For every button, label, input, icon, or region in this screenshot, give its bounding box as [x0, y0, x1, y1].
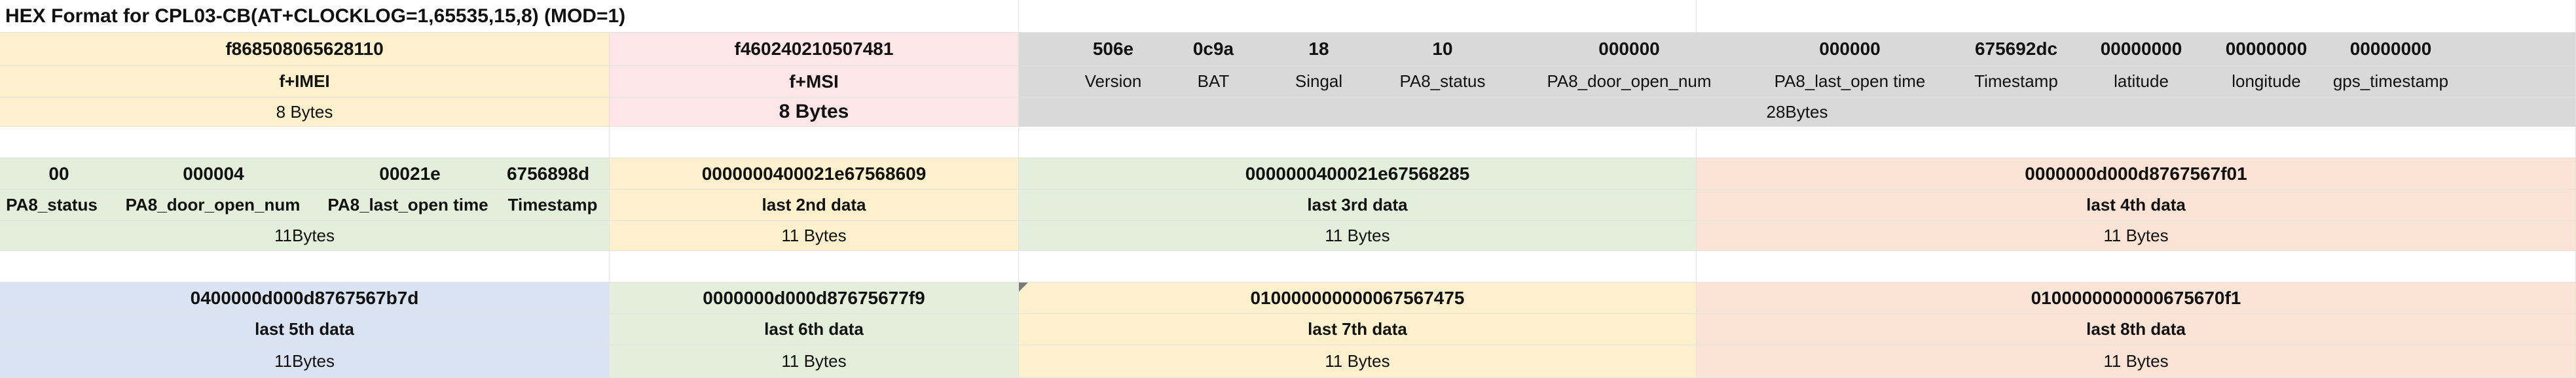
field-hex: 00000000 [2225, 39, 2308, 59]
record-hex-cell[interactable]: 0000000400021e67568285 [1019, 158, 1697, 190]
empty-cell[interactable] [1019, 127, 1697, 158]
record-label-cell[interactable]: last 3rd data [1019, 190, 1697, 221]
record-size-cell[interactable]: 11 Bytes [1697, 221, 2576, 251]
imei-hex-cell[interactable]: f868508065628110 [0, 33, 610, 66]
field-hex: 00000000 [2349, 39, 2432, 59]
field-hex: 0c9a [1192, 39, 1234, 59]
imei-size-cell[interactable]: 8 Bytes [0, 97, 610, 127]
field-hex: 18 [1308, 39, 1329, 59]
imsi-hex-cell[interactable]: f460240210507481 [610, 33, 1019, 66]
fields-hex-row[interactable]: 506e 0c9a 18 10 000000 000000 675692dc 0… [1019, 33, 2576, 66]
field-label: PA8_door_open_num [1547, 71, 1712, 91]
record-hex-cell[interactable]: 010000000000067567475 [1019, 283, 1697, 314]
field-label: BAT [1197, 71, 1230, 91]
record-field-label: PA8_last_open time [327, 195, 488, 215]
field-hex: 000000 [1598, 39, 1660, 59]
sheet-title[interactable]: HEX Format for CPL03-CB(AT+CLOCKLOG=1,65… [0, 0, 1019, 33]
field-label: longitude [2232, 71, 2301, 91]
record-field-label: PA8_status [6, 195, 98, 215]
imsi-size-cell[interactable]: 8 Bytes [610, 97, 1019, 127]
field-label: Singal [1295, 71, 1343, 91]
field-label: latitude [2114, 71, 2169, 91]
empty-cell[interactable] [610, 251, 1019, 283]
record-label-cell[interactable]: last 2nd data [610, 190, 1019, 221]
field-label: Timestamp [1974, 71, 2058, 91]
record-hex-text: 010000000000067567475 [1250, 287, 1465, 308]
field-hex: 00000000 [2100, 39, 2182, 59]
record-label-cell[interactable]: last 6th data [610, 314, 1019, 345]
record-hex-cell[interactable]: 0100000000000675670f1 [1697, 283, 2576, 314]
imei-label-cell[interactable]: f+IMEI [0, 66, 610, 97]
record-size-cell[interactable]: 11 Bytes [1697, 345, 2576, 378]
record-hex-cell[interactable]: 0000000d000d87675677f9 [610, 283, 1019, 314]
empty-cell[interactable] [1019, 251, 1697, 283]
record-hex-cell[interactable]: 0000000400021e67568609 [610, 158, 1019, 190]
field-label: Version [1084, 71, 1142, 91]
record-field-label: PA8_door_open_num [125, 195, 301, 215]
record-size-cell[interactable]: 11 Bytes [1019, 221, 1697, 251]
record-1-size-cell[interactable]: 11Bytes [0, 221, 610, 251]
record-size-cell[interactable]: 11Bytes [0, 345, 610, 378]
record-label-cell[interactable]: last 4th data [1697, 190, 2576, 221]
empty-cell[interactable] [610, 127, 1019, 158]
record-label-cell[interactable]: last 5th data [0, 314, 610, 345]
empty-cell[interactable] [1697, 251, 2576, 283]
field-hex: 675692dc [1974, 39, 2058, 59]
record-hex-cell[interactable]: 0400000d000d8767567b7d [0, 283, 610, 314]
record-size-cell[interactable]: 11 Bytes [610, 221, 1019, 251]
record-field-hex: 000004 [183, 163, 244, 184]
field-hex: 506e [1092, 39, 1134, 59]
record-1-hex-row[interactable]: 00 000004 00021e 6756898d [0, 158, 610, 190]
record-size-cell[interactable]: 11 Bytes [610, 345, 1019, 378]
record-field-hex: 00 [48, 163, 69, 184]
empty-cell[interactable] [0, 127, 610, 158]
field-label: gps_timestamp [2332, 71, 2449, 91]
fields-label-row[interactable]: Version BAT Singal PA8_status PA8_door_o… [1019, 66, 2576, 97]
field-hex: 10 [1432, 39, 1453, 59]
record-size-cell[interactable]: 11 Bytes [1019, 345, 1697, 378]
field-label: PA8_status [1399, 71, 1486, 91]
record-1-label-row[interactable]: PA8_status PA8_door_open_num PA8_last_op… [0, 190, 610, 221]
imsi-label-cell[interactable]: f+MSI [610, 66, 1019, 97]
record-field-hex: 00021e [379, 163, 441, 184]
empty-cell[interactable] [1697, 0, 2576, 33]
field-hex: 000000 [1819, 39, 1881, 59]
record-hex-cell[interactable]: 0000000d000d8767567f01 [1697, 158, 2576, 190]
comment-indicator-icon[interactable] [1019, 283, 1028, 292]
empty-cell[interactable] [0, 251, 610, 283]
record-label-cell[interactable]: last 8th data [1697, 314, 2576, 345]
record-field-hex: 6756898d [506, 163, 590, 184]
empty-cell[interactable] [1019, 0, 1697, 33]
field-label: PA8_last_open time [1774, 71, 1926, 91]
fields-size-cell[interactable]: 28Bytes [1019, 97, 2576, 127]
empty-cell[interactable] [1697, 127, 2576, 158]
spreadsheet: HEX Format for CPL03-CB(AT+CLOCKLOG=1,65… [0, 0, 2576, 378]
record-label-cell[interactable]: last 7th data [1019, 314, 1697, 345]
record-field-label: Timestamp [507, 195, 598, 215]
